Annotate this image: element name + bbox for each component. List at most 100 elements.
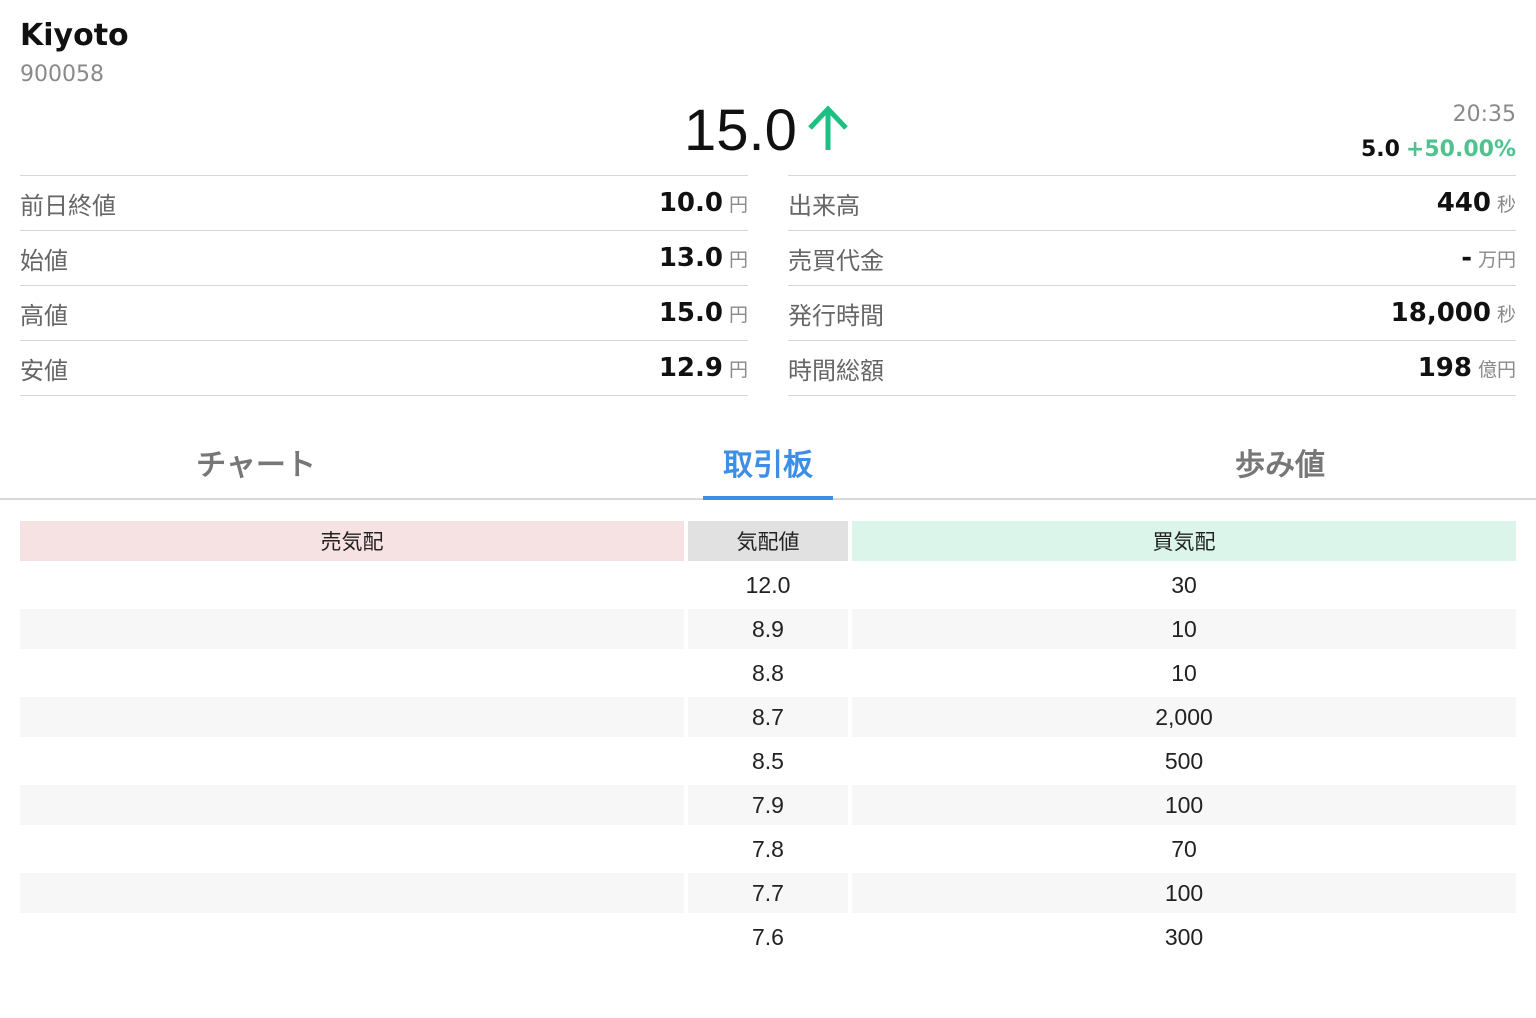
sell-quantity-cell <box>20 873 684 913</box>
table-row[interactable]: 8.7 2,000 <box>20 697 1516 737</box>
table-row[interactable]: 7.9 100 <box>20 785 1516 825</box>
price-cell: 8.9 <box>688 609 848 649</box>
buy-quantity-cell: 100 <box>852 785 1516 825</box>
tab-chart[interactable]: チャート <box>0 420 512 498</box>
stat-unit: 円 <box>728 304 748 326</box>
stat-unit: 円 <box>728 194 748 216</box>
order-book-header: 売気配 気配値 買気配 <box>20 521 1516 561</box>
arrow-up-icon <box>804 104 852 158</box>
price-cell: 7.7 <box>688 873 848 913</box>
tab-bar: チャート 取引板 歩み値 <box>0 420 1536 500</box>
table-row[interactable]: 8.9 10 <box>20 609 1516 649</box>
stat-label: 高値 <box>20 301 68 330</box>
buy-quantity-cell: 300 <box>1164 923 1204 950</box>
current-price-area: 15.0 <box>0 98 1536 164</box>
stat-value: 15.0 円 <box>659 298 748 328</box>
stat-label: 売買代金 <box>788 246 884 275</box>
stat-value: 440 秒 <box>1437 188 1516 218</box>
stat-unit: 億円 <box>1477 359 1516 381</box>
stat-number: 15.0 <box>658 298 723 328</box>
stat-unit: 円 <box>728 249 748 271</box>
stat-value: 198 億円 <box>1418 353 1516 383</box>
stat-number: 10.0 <box>658 188 723 218</box>
stat-value: 13.0 円 <box>659 243 748 273</box>
stat-number: 440 <box>1436 188 1491 218</box>
stat-value: 10.0 円 <box>659 188 748 218</box>
table-row[interactable]: 7.8 70 <box>20 829 1516 869</box>
stat-value: 12.9 円 <box>659 353 748 383</box>
stat-row: 前日終値 10.0 円 <box>20 175 748 230</box>
price-change: 5.0 +50.00% <box>1361 136 1516 164</box>
stat-row: 安値 12.9 円 <box>20 340 748 396</box>
sell-quantity-cell <box>20 653 684 693</box>
order-book-rows: 12.0 30 8.9 10 8.8 10 8.7 2,000 8.5 500 7.9 100 7.8 7… <box>20 565 1516 957</box>
stat-row: 始値 13.0 円 <box>20 230 748 285</box>
stat-number: 18,000 <box>1390 298 1491 328</box>
price-cell: 8.7 <box>688 697 848 737</box>
price-cell: 7.9 <box>688 785 848 825</box>
stat-unit: 万円 <box>1477 249 1516 271</box>
buy-quantity-cell: 70 <box>1171 835 1197 862</box>
stat-value: - 万円 <box>1461 243 1516 273</box>
sell-quantity-cell <box>20 609 684 649</box>
tab-time-and-sales[interactable]: 歩み値 <box>1024 420 1536 498</box>
change-percent: +50.00% <box>1405 137 1516 162</box>
active-tab-indicator <box>703 496 833 500</box>
buy-quantity-cell: 10 <box>852 609 1516 649</box>
buy-quantity-cell: 30 <box>1171 571 1197 598</box>
stat-row: 時間総額 198 億円 <box>788 340 1516 396</box>
quote-price-header: 気配値 <box>688 521 848 561</box>
sell-quantity-cell <box>20 829 684 869</box>
stat-number: 13.0 <box>658 243 723 273</box>
stat-unit: 秒 <box>1496 194 1516 216</box>
price-cell: 7.8 <box>752 835 784 862</box>
current-price: 15.0 <box>684 98 797 163</box>
last-update-time: 20:35 <box>1452 102 1516 127</box>
tab-order-book[interactable]: 取引板 <box>512 420 1024 498</box>
stats-right: 出来高 440 秒 売買代金 - 万円 発行時間 18,000 秒 時間総額 198 億… <box>788 175 1516 396</box>
sell-quantity-cell <box>20 741 684 781</box>
price-cell: 8.8 <box>752 659 784 686</box>
stat-label: 始値 <box>20 246 68 275</box>
stat-row: 高値 15.0 円 <box>20 285 748 340</box>
stock-header: Kiyoto 900058 <box>20 18 129 90</box>
stat-unit: 秒 <box>1496 304 1516 326</box>
stat-row: 出来高 440 秒 <box>788 175 1516 230</box>
sell-quantity-cell <box>20 785 684 825</box>
stat-label: 出来高 <box>788 191 860 220</box>
stat-number: - <box>1461 243 1472 273</box>
stock-code: 900058 <box>20 62 104 87</box>
stat-unit: 円 <box>728 359 748 381</box>
price-change-info: 20:35 5.0 +50.00% <box>1361 100 1516 164</box>
buy-quote-header: 買気配 <box>852 521 1516 561</box>
stat-number: 12.9 <box>658 353 723 383</box>
stat-row: 発行時間 18,000 秒 <box>788 285 1516 340</box>
change-amount: 5.0 <box>1360 137 1400 162</box>
table-row[interactable]: 8.5 500 <box>20 741 1516 781</box>
stat-label: 前日終値 <box>20 191 116 220</box>
price-cell: 8.5 <box>752 747 784 774</box>
sell-quantity-cell <box>20 565 684 605</box>
table-row[interactable]: 12.0 30 <box>20 565 1516 605</box>
stock-name: Kiyoto <box>20 18 129 53</box>
stat-number: 198 <box>1417 353 1472 383</box>
stat-value: 18,000 秒 <box>1391 298 1516 328</box>
order-book: 売気配 気配値 買気配 12.0 30 8.9 10 8.8 10 8.7 2,000 8.5 5… <box>20 521 1516 957</box>
table-row[interactable]: 7.7 100 <box>20 873 1516 913</box>
price-cell: 7.6 <box>752 923 784 950</box>
stat-row: 売買代金 - 万円 <box>788 230 1516 285</box>
sell-quote-header: 売気配 <box>20 521 684 561</box>
buy-quantity-cell: 100 <box>852 873 1516 913</box>
stat-label: 安値 <box>20 356 68 385</box>
table-row[interactable]: 8.8 10 <box>20 653 1516 693</box>
price-cell: 12.0 <box>745 571 791 598</box>
stat-label: 時間総額 <box>788 356 884 385</box>
buy-quantity-cell: 2,000 <box>852 697 1516 737</box>
buy-quantity-cell: 500 <box>1164 747 1204 774</box>
sell-quantity-cell <box>20 917 684 957</box>
sell-quantity-cell <box>20 697 684 737</box>
table-row[interactable]: 7.6 300 <box>20 917 1516 957</box>
stats-left: 前日終値 10.0 円 始値 13.0 円 高値 15.0 円 安値 12.9 円 <box>20 175 748 396</box>
buy-quantity-cell: 10 <box>1171 659 1197 686</box>
stat-label: 発行時間 <box>788 301 884 330</box>
